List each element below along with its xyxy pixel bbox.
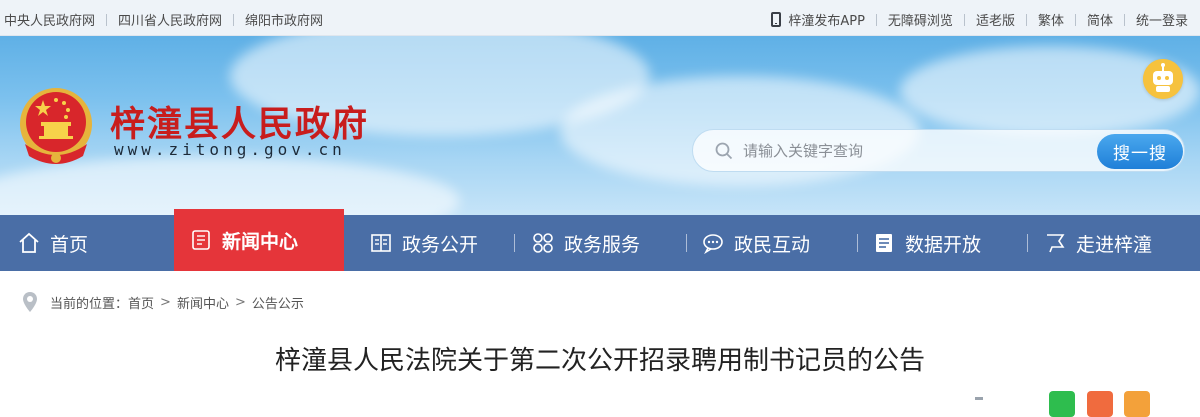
data-icon: [876, 234, 892, 252]
breadcrumb-news-center[interactable]: 新闻中心: [177, 293, 229, 312]
divider: [233, 13, 235, 26]
document-icon: [192, 230, 210, 250]
grid-icon: [533, 233, 553, 253]
location-pin-icon: [23, 292, 37, 312]
robot-assistant-icon[interactable]: [1143, 59, 1183, 99]
link-accessibility[interactable]: 无障碍浏览: [888, 10, 953, 29]
national-emblem-icon[interactable]: [17, 86, 95, 168]
link-mianyang-gov[interactable]: 绵阳市政府网: [245, 10, 323, 29]
nav-item-label: 走进梓潼: [1076, 233, 1153, 256]
link-central-gov[interactable]: 中央人民政府网: [4, 10, 95, 29]
link-traditional[interactable]: 繁体: [1038, 10, 1064, 29]
book-icon: [371, 234, 391, 252]
nav-item-label: 数据开放: [905, 233, 982, 256]
breadcrumb-separator: >: [160, 294, 171, 310]
breadcrumb-separator: >: [234, 294, 246, 310]
nav-item-label: 政务服务: [564, 233, 641, 256]
divider: [857, 234, 858, 252]
search-button[interactable]: 搜一搜: [1097, 134, 1183, 169]
divider: [686, 234, 687, 252]
search-input[interactable]: [743, 130, 1083, 171]
nav-item-home[interactable]: 首页: [18, 215, 88, 271]
nav-item-interaction[interactable]: 政民互动: [702, 215, 810, 271]
qzone-share-icon[interactable]: [1124, 391, 1150, 417]
weibo-share-icon[interactable]: [1087, 391, 1113, 417]
site-url: www.zitong.gov.cn: [114, 140, 346, 159]
nav-item-news-center[interactable]: 新闻中心: [174, 209, 344, 271]
divider: [963, 13, 965, 26]
link-sichuan-gov[interactable]: 四川省人民政府网: [118, 10, 222, 29]
home-icon: [19, 232, 39, 253]
breadcrumb-prefix: 当前的位置：: [50, 296, 129, 312]
phone-icon: [771, 12, 782, 27]
divider: [106, 13, 108, 26]
header-banner: 梓潼县人民政府 www.zitong.gov.cn 搜一搜: [0, 36, 1200, 215]
breadcrumb-home[interactable]: 首页: [128, 293, 154, 312]
search-icon: [715, 142, 733, 160]
breadcrumb-announcements[interactable]: 公告公示: [252, 293, 304, 312]
link-elder-mode[interactable]: 适老版: [976, 10, 1015, 29]
divider: [1025, 13, 1027, 26]
divider: [875, 13, 877, 26]
external-links: 中央人民政府网 四川省人民政府网 绵阳市政府网: [4, 10, 323, 29]
link-login[interactable]: 统一登录: [1136, 10, 1188, 29]
nav-item-open-data[interactable]: 数据开放: [873, 215, 981, 271]
chat-icon: [703, 234, 723, 254]
nav-item-government-services[interactable]: 政务服务: [532, 215, 640, 271]
wechat-share-icon[interactable]: [1049, 391, 1075, 417]
search-bar: 搜一搜: [692, 129, 1185, 172]
link-app[interactable]: 梓潼发布APP: [788, 10, 865, 29]
breadcrumb: 当前的位置： 首页 > 新闻中心 > 公告公示: [22, 290, 304, 314]
divider: [514, 234, 515, 252]
divider: [1123, 13, 1125, 26]
top-utility-bar: 中央人民政府网 四川省人民政府网 绵阳市政府网 梓潼发布APP 无障碍浏览 适老…: [0, 0, 1200, 36]
nav-item-government-affairs[interactable]: 政务公开: [370, 215, 478, 271]
link-simplified[interactable]: 简体: [1087, 10, 1113, 29]
divider: [1074, 13, 1076, 26]
flag-icon: [1047, 234, 1065, 253]
nav-item-label: 首页: [50, 233, 89, 256]
nav-item-label: 政务公开: [402, 233, 479, 256]
article-title: 梓潼县人民法院关于第二次公开招录聘用制书记员的公告: [274, 346, 925, 376]
nav-item-label: 政民互动: [734, 233, 811, 256]
nav-item-about-zitong[interactable]: 走进梓潼: [1044, 215, 1152, 271]
nav-item-label: 新闻中心: [222, 230, 299, 253]
utility-links: 梓潼发布APP 无障碍浏览 适老版 繁体 简体 统一登录: [771, 10, 1188, 29]
divider: [1027, 234, 1028, 252]
